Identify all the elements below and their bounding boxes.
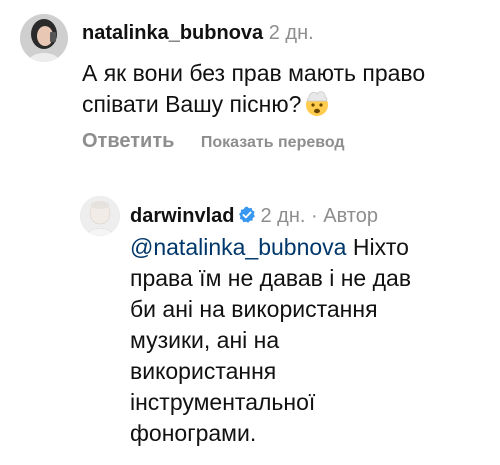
author-label: Автор [323,205,378,227]
reply-body: Ніхто права їм не давав і не дав би ані … [130,234,412,446]
reply-text: @natalinka_bubnova Ніхто права їм не дав… [130,232,430,449]
comment-time: 2 дн. [268,22,314,44]
avatar-photo-icon [80,196,120,236]
reply-header: darwinvlad 2 дн. · Автор [130,203,378,229]
comment-header: natalinka_bubnova 2 дн. [82,20,314,46]
reply-button[interactable]: Ответить [82,130,174,152]
meta-separator: · [311,205,318,227]
avatar-darwinvlad[interactable] [80,196,120,236]
exploding-head-icon [303,89,331,117]
avatar-natalinka[interactable] [20,14,68,62]
comment-body: А як вони без прав мають право співати В… [82,60,426,117]
comment-username[interactable]: natalinka_bubnova [82,22,263,44]
comment-text: А як вони без прав мають право співати В… [82,58,482,120]
mention-link[interactable]: @natalinka_bubnova [130,234,346,260]
avatar-photo-icon [20,14,68,62]
reply-time: 2 дн. [260,205,306,227]
reply-username[interactable]: darwinvlad [130,205,234,227]
translate-button[interactable]: Показать перевод [201,134,345,151]
verified-badge-icon [238,206,256,224]
comment-actions: Ответить Показать перевод [82,130,345,153]
